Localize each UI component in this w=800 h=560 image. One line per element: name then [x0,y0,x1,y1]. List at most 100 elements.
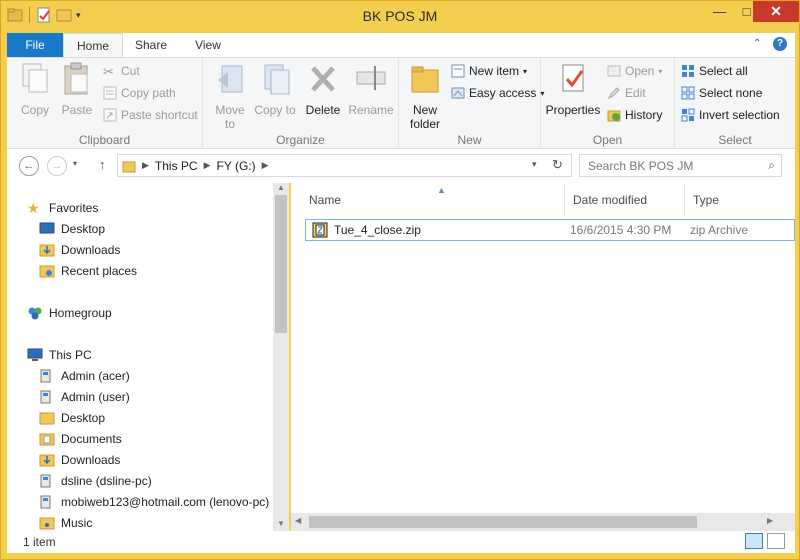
properties-button[interactable]: Properties [543,62,603,117]
search-placeholder: Search BK POS JM [588,158,694,173]
file-list-scrollbar-thumb[interactable] [309,516,697,528]
search-icon[interactable]: ⌕ [768,158,775,173]
select-none-button[interactable]: Select none [681,86,762,100]
column-label: Name [309,193,342,207]
nav-scrollbar-thumb[interactable] [275,195,287,333]
column-label: Type [693,193,720,207]
recent-locations-icon[interactable]: ▾ [73,159,77,168]
scroll-right-icon[interactable]: ▶ [767,516,773,525]
cut-label: Cut [121,64,140,78]
nav-item-desktop[interactable]: Desktop [39,222,105,236]
copy-to-label: Copy to [254,103,296,117]
address-dropdown-icon[interactable]: ▾ [532,159,537,170]
paste-label: Paste [61,103,93,117]
scroll-up-icon[interactable]: ▲ [277,183,285,192]
cut-button[interactable]: ✂ Cut [103,64,140,79]
paste-button[interactable]: Paste [57,62,97,117]
nav-item-pc-4[interactable]: Downloads [39,453,120,467]
item-count: 1 item [23,535,56,549]
copy-button[interactable]: Copy [13,62,57,117]
paste-shortcut-label: Paste shortcut [121,108,198,122]
select-all-label: Select all [699,64,748,78]
back-button[interactable]: ← [19,156,39,176]
collapse-ribbon-icon[interactable]: ⌃ [753,38,761,49]
nav-item-favorites[interactable]: ★ Favorites [27,201,98,215]
copy-path-label: Copy path [121,86,176,100]
delete-button[interactable]: Delete [301,62,345,117]
rename-label: Rename [348,103,394,117]
refresh-icon[interactable]: ↻ [552,157,563,173]
paste-icon [64,62,88,95]
network-user-icon [40,474,51,488]
search-input[interactable]: Search BK POS JM ⌕ [579,154,782,177]
column-header-date-modified[interactable]: Date modified [565,183,685,217]
select-none-icon [681,86,695,100]
new-item-button[interactable]: New item ▾ [451,64,527,78]
history-button[interactable]: History [607,108,662,122]
dropdown-arrow-icon: ▾ [523,66,528,76]
nav-item-pc-0[interactable]: Admin (acer) [39,369,130,383]
nav-item-pc-7[interactable]: Music [39,516,92,530]
table-row[interactable]: Tue_4_close.zip 16/6/2015 4:30 PM zip Ar… [305,219,795,241]
nav-label: Downloads [61,243,121,257]
file-date: 16/6/2015 4:30 PM [570,223,672,237]
column-header-name[interactable]: Name ▲ [301,183,565,217]
properties-icon [562,64,584,92]
nav-item-pc-1[interactable]: Admin (user) [39,390,130,404]
nav-item-pc-6[interactable]: mobiweb123@hotmail.com (lenovo-pc) [39,495,269,509]
star-icon: ★ [27,200,40,216]
close-button[interactable]: ✕ [753,1,799,22]
forward-button[interactable]: → [47,156,67,176]
tab-view[interactable]: View [183,33,233,57]
easy-access-label: Easy access [469,86,537,100]
move-to-label: Move to [215,103,245,131]
properties-label: Properties [545,103,601,117]
nav-label: Desktop [61,411,106,425]
breadcrumb-drive[interactable]: FY (G:) [217,159,256,173]
forward-arrow-icon: → [51,160,63,172]
paste-shortcut-button[interactable]: Paste shortcut [103,108,198,122]
up-arrow-icon[interactable]: ↑ [99,157,106,172]
file-list-scrollbar[interactable]: ◀ ▶ [291,513,795,531]
nav-item-this-pc[interactable]: This PC [27,348,92,362]
network-user-icon [40,390,51,404]
downloads-icon [39,244,55,257]
new-folder-icon [411,66,439,93]
copy-to-button[interactable]: Copy to [253,62,297,117]
column-header-type[interactable]: Type [685,183,795,217]
tab-home[interactable]: Home [63,33,123,58]
select-all-button[interactable]: Select all [681,64,748,78]
scroll-left-icon[interactable]: ◀ [295,516,301,525]
nav-item-downloads[interactable]: Downloads [39,243,120,257]
select-all-icon [682,65,694,77]
nav-label: mobiweb123@hotmail.com (lenovo-pc) [61,495,270,509]
copy-path-button[interactable]: Copy path [103,86,176,100]
select-group: Select all Select none Invert selection … [675,58,795,150]
large-icons-view-icon[interactable] [767,533,785,549]
open-button[interactable]: Open ▾ [607,64,662,78]
breadcrumb-this-pc[interactable]: This PC [155,159,198,173]
easy-access-button[interactable]: Easy access ▾ [451,86,544,100]
move-to-button[interactable]: Move to [209,62,251,131]
folder-icon [39,412,55,425]
edit-button[interactable]: Edit [607,86,646,100]
nav-item-pc-3[interactable]: Documents [39,432,122,446]
nav-item-pc-5[interactable]: dsline (dsline-pc) [39,474,152,488]
navigation-bar: ← → ▾ ↑ ▶ This PC ▶ FY (G:) ▶ ▾ ↻ Search… [7,149,795,183]
help-icon[interactable]: ? [773,37,787,51]
tab-file[interactable]: File [7,33,63,57]
tab-share[interactable]: Share [125,33,177,57]
rename-button[interactable]: Rename [347,62,395,117]
nav-item-pc-2[interactable]: Desktop [39,411,105,425]
folder-icon [122,161,136,172]
invert-selection-label: Invert selection [699,108,780,122]
new-folder-button[interactable]: New folder [403,62,447,131]
nav-item-homegroup[interactable]: Homegroup [27,306,112,320]
scroll-down-icon[interactable]: ▼ [277,519,285,528]
address-bar[interactable]: ▶ This PC ▶ FY (G:) ▶ ▾ ↻ [117,154,572,177]
nav-scrollbar[interactable]: ▲ ▼ [273,183,289,531]
details-view-icon[interactable] [745,533,763,549]
invert-selection-button[interactable]: Invert selection [681,108,780,122]
minimize-button[interactable]: — [706,1,733,22]
nav-item-recent-places[interactable]: Recent places [39,264,137,278]
